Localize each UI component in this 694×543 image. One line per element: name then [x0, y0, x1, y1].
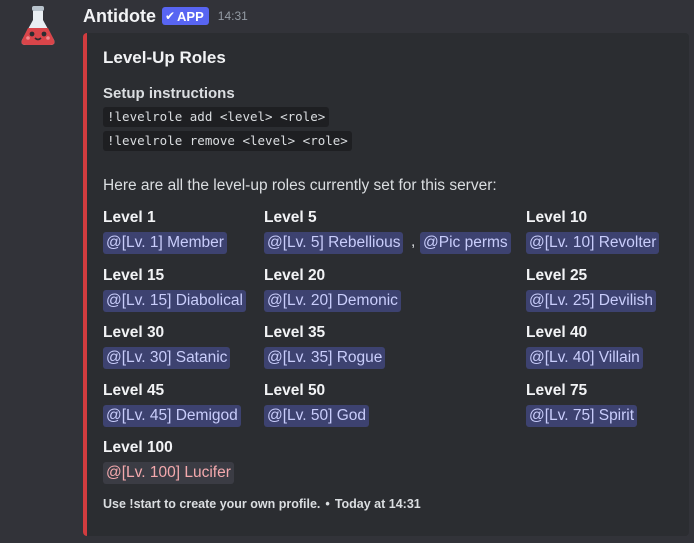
role-separator: ,: [411, 233, 416, 250]
checkmark-icon: ✔: [164, 9, 176, 23]
role-mention[interactable]: @[Lv. 50] God: [264, 405, 370, 427]
footer-text: Use !start to create your own profile.: [103, 497, 321, 511]
avatar[interactable]: [16, 4, 60, 48]
footer-separator: •: [325, 497, 330, 511]
app-badge: ✔ APP: [161, 7, 209, 25]
embed-card: Level-Up Roles Setup instructions !level…: [83, 33, 689, 536]
level-label: Level 50: [264, 382, 326, 399]
role-mention[interactable]: @[Lv. 100] Lucifer: [103, 462, 234, 484]
role-mention[interactable]: @[Lv. 25] Devilish: [526, 290, 656, 312]
level-label: Level 5: [264, 209, 317, 226]
message-header: Antidote ✔ APP 14:31: [83, 5, 248, 27]
role-mention[interactable]: @[Lv. 30] Satanic: [103, 347, 231, 369]
role-mention[interactable]: @[Lv. 45] Demigod: [103, 405, 241, 427]
command-remove: !levelrole remove <level> <role>: [103, 131, 352, 151]
username[interactable]: Antidote: [83, 6, 156, 27]
role-mention[interactable]: @[Lv. 15] Diabolical: [103, 290, 246, 312]
role-mention[interactable]: @[Lv. 10] Revolter: [526, 232, 660, 254]
level-label: Level 45: [103, 382, 165, 399]
level-label: Level 25: [526, 267, 588, 284]
embed-title: Level-Up Roles: [103, 48, 226, 67]
role-mention[interactable]: @[Lv. 35] Rogue: [264, 347, 386, 369]
footer-timestamp: Today at 14:31: [334, 497, 421, 511]
role-mention[interactable]: @[Lv. 5] Rebellious: [264, 232, 404, 254]
role-mention[interactable]: @[Lv. 20] Demonic: [264, 290, 401, 312]
level-label: Level 20: [264, 267, 326, 284]
level-label: Level 75: [526, 382, 588, 399]
level-label: Level 15: [103, 267, 165, 284]
embed-footer: Use !start to create your own profile. • T…: [103, 497, 421, 511]
setup-instructions-heading: Setup instructions: [103, 85, 235, 102]
command-add: !levelrole add <level> <role>: [103, 107, 330, 127]
app-badge-label: APP: [177, 8, 204, 24]
level-label: Level 35: [264, 324, 326, 341]
level-label: Level 40: [526, 324, 588, 341]
role-mention[interactable]: @[Lv. 40] Villain: [526, 347, 643, 369]
potion-flask-icon: [21, 6, 55, 45]
role-mention[interactable]: @[Lv. 75] Spirit: [526, 405, 638, 427]
level-label: Level 1: [103, 209, 156, 226]
intro-text: Here are all the level-up roles currentl…: [103, 177, 497, 194]
role-mention[interactable]: @[Lv. 1] Member: [103, 232, 227, 254]
level-label: Level 100: [103, 439, 173, 456]
role-mention[interactable]: @Pic perms: [420, 232, 511, 254]
message-timestamp[interactable]: 14:31: [218, 9, 248, 23]
level-label: Level 10: [526, 209, 588, 226]
level-label: Level 30: [103, 324, 165, 341]
